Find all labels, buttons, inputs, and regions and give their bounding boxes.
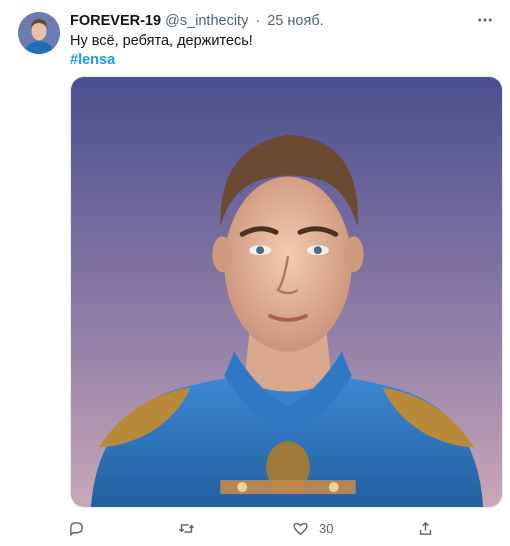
share-button[interactable]: [417, 515, 434, 541]
ellipsis-icon: [478, 18, 492, 22]
reply-button[interactable]: [68, 515, 85, 541]
author-handle[interactable]: @s_inthecity: [165, 13, 248, 29]
hashtag-link[interactable]: #lensa: [70, 51, 253, 70]
separator-dot: ·: [255, 13, 261, 29]
tweet-text: Ну всё, ребята, держитесь! #lensa: [70, 32, 253, 70]
tweet-body: Ну всё, ребята, держитесь!: [70, 33, 253, 49]
heart-icon: [293, 522, 308, 535]
retweet-button[interactable]: [178, 515, 195, 541]
tweet-header: FOREVER-19 @s_inthecity · 25 нояб.: [70, 12, 324, 30]
like-button[interactable]: 30: [292, 515, 333, 541]
tweet-date[interactable]: 25 нояб.: [267, 13, 323, 29]
avatar[interactable]: [18, 12, 60, 54]
tweet-photo[interactable]: [70, 76, 503, 508]
more-options-button[interactable]: [472, 11, 498, 29]
retweet-icon: [178, 523, 195, 533]
author-name[interactable]: FOREVER-19: [70, 13, 161, 29]
like-count: 30: [319, 520, 334, 536]
reply-icon: [70, 521, 83, 536]
tweet[interactable]: FOREVER-19 @s_inthecity · 25 нояб. Ну вс…: [0, 0, 510, 546]
tweet-actions: 30: [62, 515, 502, 541]
portrait-image: [71, 77, 502, 507]
share-icon: [419, 521, 432, 535]
